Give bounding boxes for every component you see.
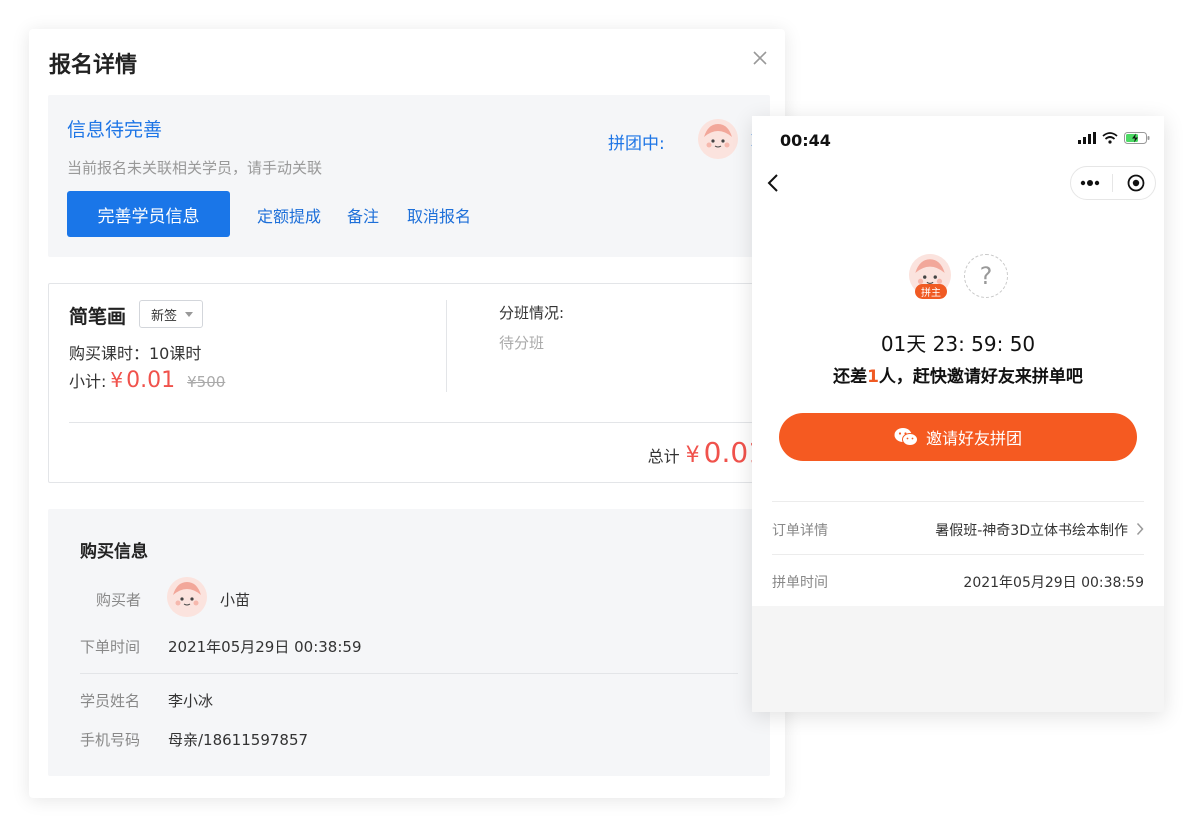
invite-tip: 还差1人，赶快邀请好友来拼单吧 (752, 362, 1164, 387)
wifi-icon (1102, 132, 1118, 144)
more-button[interactable] (1075, 171, 1105, 195)
total-label: 总计 (647, 447, 680, 466)
registration-detail-modal: 报名详情 信息待完善 当前报名未关联相关学员，请手动关联 完善学员信息 定额提成… (29, 29, 785, 798)
close-icon[interactable] (751, 49, 769, 67)
original-price: ¥500 (187, 373, 226, 391)
caret-down-icon (185, 312, 193, 317)
countdown-timer: 01天 23: 59: 50 (880, 332, 1036, 356)
signup-type-select[interactable]: 新签 (139, 300, 203, 328)
phone-number-value: 母亲/18611597857 (168, 731, 309, 749)
total-currency-symbol: ¥ (685, 443, 700, 468)
currency-symbol: ¥ (110, 368, 124, 392)
invite-friends-button[interactable]: 邀请好友拼团 (779, 413, 1137, 461)
status-bar-icons (1078, 132, 1150, 144)
invite-friends-label: 邀请好友拼团 (925, 429, 1022, 448)
back-arrow-icon[interactable] (766, 173, 780, 193)
avatar-face-icon (167, 577, 207, 617)
close-miniprogram-button[interactable] (1121, 171, 1151, 195)
horizontal-divider (69, 422, 769, 423)
status-bar-time: 00:44 (780, 131, 831, 150)
group-time-label: 拼单时间 (772, 575, 828, 591)
phone-divider (772, 554, 1144, 555)
buyer-name: 小苗 (220, 591, 251, 609)
purchase-info-title: 购买信息 (80, 542, 148, 562)
group-member-avatar[interactable] (698, 119, 738, 159)
vertical-divider (446, 300, 447, 392)
class-assignment-value: 待分班 (499, 334, 545, 352)
purchase-divider (80, 673, 738, 674)
group-time-value: 2021年05月29日 00:38:59 (963, 575, 1144, 591)
invite-tip-prefix: 还差 (833, 367, 868, 387)
empty-member-slot: ? (964, 254, 1008, 298)
chevron-right-icon[interactable] (1136, 522, 1144, 536)
course-card: 简笔画 新签 购买课时：10课时 小计: ¥ 0.01 ¥500 分班情况: 待… (48, 283, 770, 483)
purchased-hours: 购买课时：10课时 (69, 344, 202, 363)
course-name: 简笔画 (69, 306, 127, 328)
subtotal-amount: 0.01 (126, 368, 176, 393)
order-detail-label: 订单详情 (772, 523, 828, 539)
order-detail-value[interactable]: 暑假班-神奇3D立体书绘本制作 (935, 520, 1128, 540)
buyer-label: 购买者 (96, 591, 142, 609)
mobile-group-buy-page: 00:44 拼主 ? 01天 23: 59: 50 还差1人，赶快邀请好友来拼单… (752, 116, 1164, 712)
subtotal-row: 小计: ¥ 0.01 ¥500 (69, 368, 225, 393)
modal-title: 报名详情 (49, 53, 138, 78)
buyer-avatar (167, 577, 207, 617)
invite-tip-count: 1 (867, 367, 879, 387)
purchase-info-card: 购买信息 购买者 小苗 下单时间 2021年05月29日 00:38:59 学员… (48, 509, 770, 776)
order-time-value: 2021年05月29日 00:38:59 (168, 638, 362, 656)
student-name-label: 学员姓名 (80, 692, 141, 710)
class-assignment-label: 分班情况: (499, 304, 565, 322)
phone-content-area: 00:44 拼主 ? 01天 23: 59: 50 还差1人，赶快邀请好友来拼单… (752, 116, 1164, 606)
signup-type-value: 新签 (151, 308, 178, 324)
wechat-icon (894, 428, 918, 446)
invite-tip-suffix: 人，赶快邀请好友来拼单吧 (878, 367, 1083, 387)
subtotal-label: 小计: (69, 372, 107, 391)
battery-charging-icon (1124, 132, 1150, 144)
info-pending-title: 信息待完善 (67, 119, 163, 141)
student-name-value: 李小冰 (168, 692, 214, 710)
remark-link[interactable]: 备注 (347, 203, 379, 227)
cancel-registration-link[interactable]: 取消报名 (407, 203, 471, 227)
total-row: 总计 ¥ 0.01 (648, 436, 766, 469)
phone-number-label: 手机号码 (80, 731, 141, 749)
phone-divider (772, 501, 1144, 502)
info-pending-subtitle: 当前报名未关联相关学员，请手动关联 (67, 159, 323, 177)
fixed-commission-link[interactable]: 定额提成 (257, 203, 321, 227)
order-time-label: 下单时间 (80, 638, 141, 656)
question-mark-icon: ? (979, 262, 993, 290)
complete-student-info-button[interactable]: 完善学员信息 (67, 191, 230, 237)
capsule-divider (1112, 174, 1114, 192)
group-status-label[interactable]: 拼团中: (608, 129, 665, 154)
target-circle-icon (1127, 174, 1145, 192)
host-badge: 拼主 (915, 284, 947, 299)
signal-icon (1078, 132, 1096, 144)
avatar-face-icon (698, 119, 738, 159)
miniprogram-capsule (1070, 166, 1156, 200)
more-dots-icon (1080, 180, 1100, 186)
info-pending-card: 信息待完善 当前报名未关联相关学员，请手动关联 完善学员信息 定额提成 备注 取… (48, 95, 770, 257)
